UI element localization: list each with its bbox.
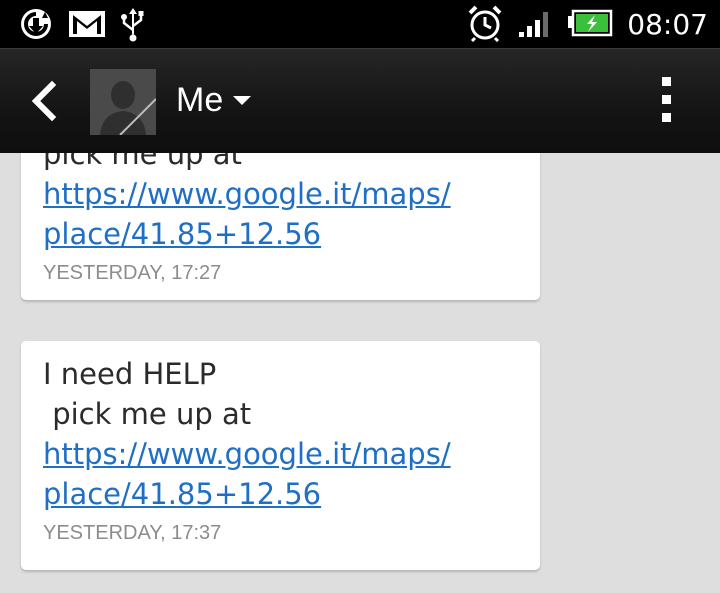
message-timestamp: YESTERDAY, 17:27 xyxy=(43,262,222,284)
back-icon xyxy=(31,80,57,122)
avatar[interactable] xyxy=(90,69,156,135)
overflow-menu-icon xyxy=(662,77,671,86)
overflow-menu-icon xyxy=(662,113,671,122)
screen: pick me up at https://www.google.it/maps… xyxy=(0,0,720,593)
avatar-icon xyxy=(90,69,156,135)
notification-icons xyxy=(18,6,146,46)
message-text: I need HELP pick me up at xyxy=(43,357,252,431)
message-link[interactable]: https://www.google.it/maps/ place/41.85+… xyxy=(43,174,513,254)
signal-icon xyxy=(517,8,553,42)
message-link[interactable]: https://www.google.it/maps/ place/41.85+… xyxy=(43,434,513,514)
alarm-icon xyxy=(467,4,503,46)
usb-icon xyxy=(120,6,146,46)
back-button[interactable] xyxy=(24,79,64,123)
contact-name: Me xyxy=(176,81,224,119)
sync-icon xyxy=(18,6,54,46)
gmail-icon xyxy=(68,9,106,43)
message-bubble[interactable]: I need HELP pick me up at https://www.go… xyxy=(21,341,540,570)
contact-selector[interactable]: Me xyxy=(176,79,252,121)
action-bar: Me xyxy=(0,48,720,153)
dropdown-icon xyxy=(233,96,252,105)
message-timestamp: YESTERDAY, 17:37 xyxy=(43,522,222,544)
battery-charging-icon xyxy=(567,8,613,42)
overflow-menu-button[interactable] xyxy=(652,77,682,127)
overflow-menu-icon xyxy=(662,95,671,104)
status-bar: 08:07 xyxy=(0,0,720,48)
system-icons: 08:07 xyxy=(467,4,708,46)
status-time: 08:07 xyxy=(627,8,708,41)
